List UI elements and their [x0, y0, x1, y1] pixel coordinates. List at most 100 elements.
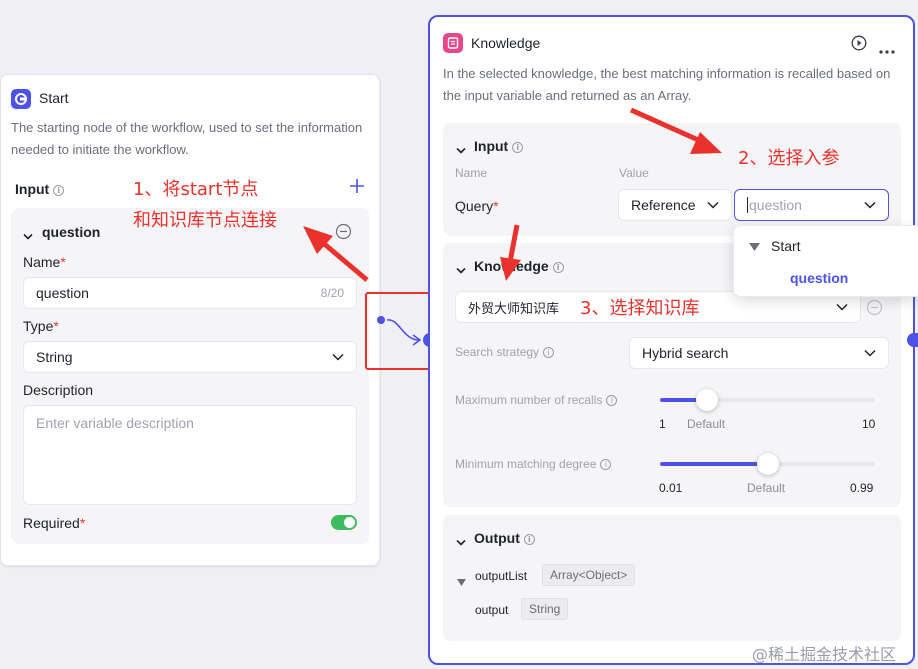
- annotation-step1-line2: 和知识库节点连接: [133, 210, 277, 231]
- knowledge-title-wrap: Knowledge i: [474, 258, 564, 274]
- knowledge-node-icon: [443, 33, 463, 53]
- required-mark: *: [79, 515, 86, 531]
- output-title-wrap: Output i: [474, 530, 535, 546]
- run-node-icon[interactable]: [851, 35, 867, 54]
- dropdown-group-start: Start: [771, 238, 801, 254]
- search-strategy-select[interactable]: Hybrid search: [629, 337, 889, 369]
- max-recalls-min: 1: [659, 417, 666, 431]
- query-label-wrap: Query*: [455, 198, 499, 214]
- watermark: @稀土掘金技术社区: [752, 645, 897, 664]
- min-degree-slider-thumb[interactable]: [756, 453, 779, 475]
- output-child-name: output: [475, 603, 509, 617]
- max-recalls-default: Default: [687, 417, 726, 431]
- variable-select[interactable]: question: [734, 189, 889, 221]
- name-input-value: question: [36, 285, 89, 301]
- type-label: Type: [23, 318, 54, 334]
- info-icon: i: [552, 261, 564, 273]
- max-recalls-label-wrap: Maximum number of recalls i: [455, 393, 618, 407]
- required-toggle[interactable]: [331, 515, 357, 530]
- knowledge-input-section: Input i Name Value Query* Reference quest…: [443, 123, 901, 236]
- annotation-step3: 3、选择知识库: [580, 298, 700, 319]
- tree-expand-icon[interactable]: [457, 573, 466, 589]
- chevron-down-icon: [864, 349, 876, 357]
- info-icon: i: [606, 395, 618, 407]
- required-mark: *: [60, 254, 66, 270]
- name-char-count: 8/20: [320, 286, 344, 300]
- collapse-chevron-icon[interactable]: [456, 142, 466, 158]
- remove-knowledge-icon[interactable]: [866, 299, 883, 319]
- info-icon: i: [523, 533, 535, 545]
- variable-header: question: [42, 224, 101, 240]
- chevron-down-icon: [864, 201, 876, 209]
- knowledge-output-section: Output i outputList Array<Object> output …: [443, 515, 901, 641]
- max-recalls-max: 10: [862, 417, 876, 431]
- collapse-chevron-icon[interactable]: [23, 228, 33, 244]
- description-placeholder: Enter variable description: [36, 415, 194, 431]
- name-input[interactable]: question 8/20: [23, 277, 357, 309]
- search-strategy-value: Hybrid search: [642, 345, 729, 361]
- description-label: Description: [23, 382, 94, 398]
- min-degree-label: Minimum matching degree: [455, 457, 597, 471]
- required-mark: *: [53, 318, 59, 334]
- start-node-description: The starting node of the workflow, used …: [11, 120, 363, 157]
- knowledge-input-title: Input: [474, 138, 509, 154]
- knowledge-base-value: 外贸大师知识库: [468, 300, 560, 316]
- max-recalls-slider-thumb[interactable]: [696, 389, 719, 411]
- variable-section: question Name* question 8/20 Type* Strin…: [11, 208, 369, 544]
- query-label: Query: [455, 198, 494, 214]
- remove-variable-icon[interactable]: [335, 223, 352, 243]
- start-node-title: Start: [39, 90, 69, 106]
- type-label-wrap: Type*: [23, 318, 59, 334]
- name-label: Name: [23, 254, 61, 270]
- knowledge-section-title: Knowledge: [474, 258, 549, 274]
- type-select[interactable]: String: [23, 341, 357, 373]
- search-strategy-label-wrap: Search strategy i: [455, 345, 555, 359]
- info-icon: i: [512, 141, 524, 153]
- knowledge-node-card[interactable]: Knowledge In the selected knowledge, the…: [428, 15, 915, 665]
- more-options-icon[interactable]: [879, 41, 895, 57]
- required-label: Required: [23, 515, 80, 531]
- collapse-chevron-icon[interactable]: [456, 262, 466, 278]
- name-column-header: Name: [455, 166, 488, 180]
- min-degree-label-wrap: Minimum matching degree i: [455, 457, 612, 471]
- knowledge-node-description: In the selected knowledge, the best matc…: [443, 66, 891, 103]
- min-degree-max: 0.99: [850, 481, 874, 495]
- description-textarea[interactable]: Enter variable description: [23, 405, 357, 505]
- start-input-label: Input: [15, 181, 50, 197]
- add-variable-icon[interactable]: [348, 177, 366, 195]
- info-icon: i: [543, 347, 555, 359]
- input-title-wrap: Input i: [474, 138, 524, 154]
- min-degree-min: 0.01: [659, 481, 683, 495]
- variable-dropdown: Start question: [733, 225, 918, 297]
- start-input-label-wrap: Input i: [15, 181, 65, 197]
- min-degree-slider-fill: [660, 462, 768, 466]
- required-label-wrap: Required*: [23, 515, 85, 531]
- output-list-type-tag: Array<Object>: [542, 564, 636, 586]
- output-list-name: outputList: [475, 569, 528, 583]
- chevron-down-icon: [707, 201, 719, 209]
- annotation-step2: 2、选择入参: [738, 148, 840, 169]
- annotation-step1-line1: 1、将start节点: [133, 179, 259, 200]
- group-collapse-icon[interactable]: [749, 243, 760, 251]
- dropdown-option-question[interactable]: question: [790, 270, 848, 286]
- source-type-value: Reference: [631, 197, 696, 213]
- output-title: Output: [474, 530, 520, 546]
- knowledge-node-title: Knowledge: [471, 35, 541, 51]
- type-select-value: String: [36, 349, 73, 365]
- name-label-wrap: Name*: [23, 254, 66, 270]
- search-strategy-label: Search strategy: [455, 345, 540, 359]
- text-cursor: [747, 197, 748, 213]
- source-type-select[interactable]: Reference: [618, 189, 732, 221]
- value-column-header: Value: [619, 166, 649, 180]
- chevron-down-icon: [836, 303, 848, 311]
- collapse-chevron-icon[interactable]: [456, 534, 466, 550]
- knowledge-output-port[interactable]: [907, 333, 918, 347]
- info-icon: i: [53, 184, 65, 196]
- max-recalls-label: Maximum number of recalls: [455, 393, 603, 407]
- required-mark: *: [493, 198, 499, 214]
- output-child-type-tag: String: [521, 598, 569, 620]
- variable-select-placeholder: question: [749, 197, 802, 213]
- chevron-down-icon: [332, 353, 344, 361]
- start-node-card[interactable]: Start The starting node of the workflow,…: [0, 74, 380, 566]
- min-degree-default: Default: [747, 481, 786, 495]
